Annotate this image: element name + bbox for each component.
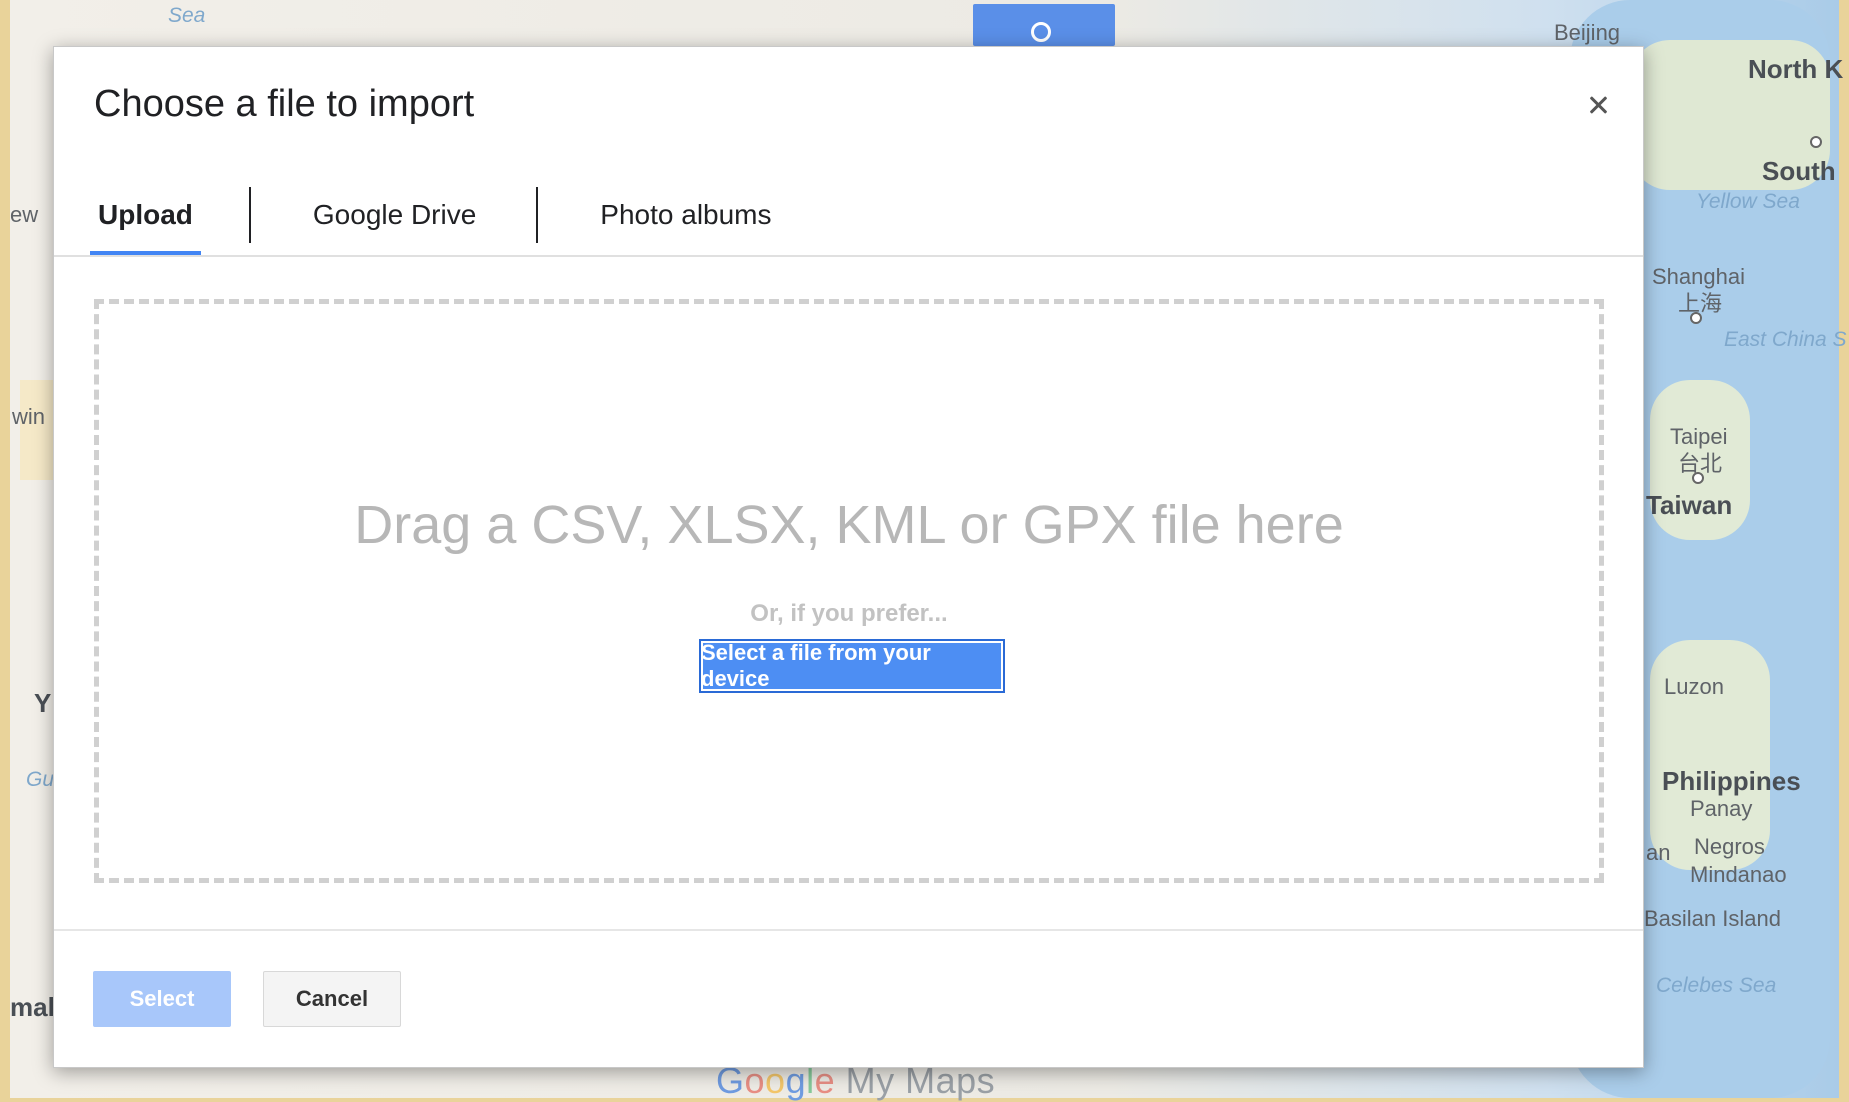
import-dialog: Choose a file to import Upload Google Dr… [53,46,1644,1068]
map-label-mal: mal [10,992,55,1022]
map-label-taiwan: Taiwan [1646,490,1733,520]
map-label-gu: Gu [26,768,55,791]
map-label-an: an [1646,840,1671,865]
map-label-sea-top: Sea [168,4,206,27]
import-tabs: Upload Google Drive Photo albums [90,175,780,255]
search-icon [1031,22,1051,42]
footer-divider [54,929,1643,931]
map-label-beijing: Beijing [1554,20,1621,45]
map-label-win: win [12,404,46,429]
cancel-button[interactable]: Cancel [263,971,401,1027]
tab-google-drive[interactable]: Google Drive [305,175,484,255]
tab-separator [248,187,251,243]
city-dot [1690,312,1702,324]
map-label-philippines: Philippines [1662,766,1801,796]
map-search-tab[interactable] [973,4,1115,46]
tab-photo-albums[interactable]: Photo albums [592,175,779,255]
dropzone-headline: Drag a CSV, XLSX, KML or GPX file here [354,495,1344,555]
city-dot [1810,136,1822,148]
file-dropzone[interactable]: Drag a CSV, XLSX, KML or GPX file here O… [94,299,1604,883]
map-label-negros: Negros [1694,834,1765,859]
map-label-ew: ew [10,202,39,227]
map-label-luzon: Luzon [1664,674,1724,699]
dialog-title: Choose a file to import [94,83,475,125]
dropzone-or-text: Or, if you prefer... [750,600,948,627]
select-file-from-device-button[interactable]: Select a file from your device [699,639,1005,693]
map-label-y: Y [34,688,52,718]
tab-separator [536,187,539,243]
tab-upload[interactable]: Upload [90,175,201,255]
map-label-north-k: North K [1748,54,1844,84]
map-label-east-china-sea: East China S [1724,328,1847,351]
map-label-celebes-sea: Celebes Sea [1656,974,1777,997]
close-icon[interactable] [1581,89,1615,123]
map-label-panay: Panay [1690,796,1753,821]
city-dot [1692,472,1704,484]
map-label-south: South [1762,156,1836,186]
map-label-basilan: Basilan Island [1644,906,1781,931]
tabs-divider [54,255,1643,257]
map-label-mindanao: Mindanao [1690,862,1787,887]
map-label-yellow-sea: Yellow Sea [1696,190,1800,213]
select-button[interactable]: Select [93,971,231,1027]
